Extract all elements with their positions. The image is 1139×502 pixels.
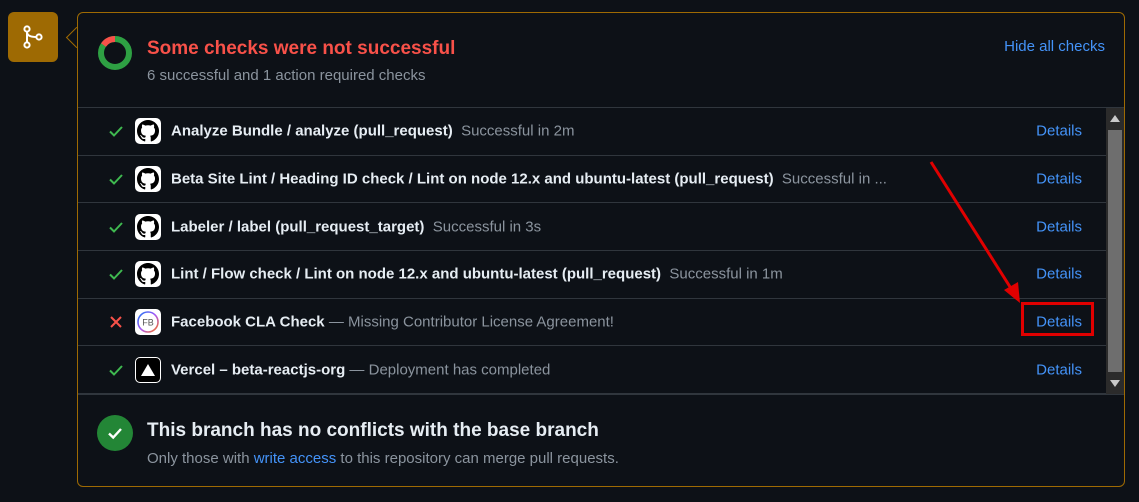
check-text: Lint / Flow check / Lint on node 12.x an… [171, 266, 783, 283]
checks-status-subtitle: 6 successful and 1 action required check… [147, 67, 426, 84]
check-row: Labeler / label (pull_request_target) Su… [78, 203, 1124, 252]
details-link[interactable]: Details [1036, 171, 1082, 188]
check-description: Missing Contributor License Agreement! [348, 313, 614, 331]
scroll-up-arrow-icon[interactable] [1110, 115, 1120, 122]
check-success-icon [108, 362, 124, 378]
check-description: Successful in ... [781, 170, 887, 188]
vercel-icon [135, 356, 161, 383]
check-text: Analyze Bundle / analyze (pull_request) … [171, 123, 574, 140]
check-separator [453, 123, 461, 140]
check-description: Successful in 2m [461, 122, 575, 140]
check-success-icon [108, 219, 124, 235]
check-name: Vercel – beta-reactjs-org [171, 361, 346, 379]
check-name: Labeler / label (pull_request_target) [171, 218, 425, 236]
check-row: FB Facebook CLA Check — Missing Contribut… [78, 299, 1124, 347]
check-text: Vercel – beta-reactjs-org — Deployment h… [171, 361, 550, 378]
github-icon [135, 118, 161, 145]
check-text: Beta Site Lint / Heading ID check / Lint… [171, 171, 887, 188]
checks-scrollbar[interactable] [1106, 108, 1124, 394]
check-success-icon [108, 266, 124, 282]
check-success-icon [108, 123, 124, 139]
checks-status-title: Some checks were not successful [147, 38, 456, 59]
github-icon [135, 261, 161, 288]
facebook-cla-icon: FB [135, 309, 161, 336]
check-description: Successful in 1m [669, 265, 783, 283]
check-row: Lint / Flow check / Lint on node 12.x an… [78, 251, 1124, 299]
check-name: Facebook CLA Check [171, 313, 325, 331]
checks-merge-box: Some checks were not successful 6 succes… [77, 12, 1125, 487]
github-icon [135, 166, 161, 193]
github-icon [135, 213, 161, 240]
check-description: Deployment has completed [368, 361, 551, 379]
check-row: Beta Site Lint / Heading ID check / Lint… [78, 156, 1124, 204]
svg-text:FB: FB [142, 318, 154, 328]
check-separator [424, 218, 432, 235]
check-circle-icon [97, 415, 133, 451]
hide-all-checks-link[interactable]: Hide all checks [1004, 38, 1105, 55]
check-text: Labeler / label (pull_request_target) Su… [171, 218, 541, 235]
details-link[interactable]: Details [1036, 266, 1082, 283]
check-separator: — [324, 313, 348, 331]
check-description: Successful in 3s [432, 218, 542, 236]
check-row: Vercel – beta-reactjs-org — Deployment h… [78, 346, 1124, 394]
check-separator [774, 171, 782, 188]
check-name: Analyze Bundle / analyze (pull_request) [171, 122, 453, 140]
merge-status-subtitle: Only those with write access to this rep… [147, 450, 619, 467]
check-row: Analyze Bundle / analyze (pull_request) … [78, 108, 1124, 156]
scroll-down-arrow-icon[interactable] [1110, 380, 1120, 387]
check-success-icon [108, 171, 124, 187]
write-access-link[interactable]: write access [254, 450, 337, 467]
merge-status-title: This branch has no conflicts with the ba… [147, 420, 599, 441]
annotation-highlight-box [1021, 302, 1094, 336]
check-text: Facebook CLA Check — Missing Contributor… [171, 314, 614, 331]
details-link[interactable]: Details [1036, 218, 1082, 235]
scroll-thumb[interactable] [1108, 130, 1122, 372]
check-name: Beta Site Lint / Heading ID check / Lint… [171, 170, 774, 188]
check-name: Lint / Flow check / Lint on node 12.x an… [171, 265, 662, 283]
merge-status-section: This branch has no conflicts with the ba… [78, 394, 1124, 488]
checks-donut-icon [98, 35, 132, 70]
git-branch-icon [8, 12, 58, 62]
details-link[interactable]: Details [1036, 361, 1082, 378]
checks-list: Analyze Bundle / analyze (pull_request) … [78, 107, 1124, 395]
checks-summary-header: Some checks were not successful 6 succes… [78, 13, 1124, 107]
check-failure-icon [108, 314, 124, 330]
check-separator: — [345, 361, 369, 379]
details-link[interactable]: Details [1036, 123, 1082, 140]
